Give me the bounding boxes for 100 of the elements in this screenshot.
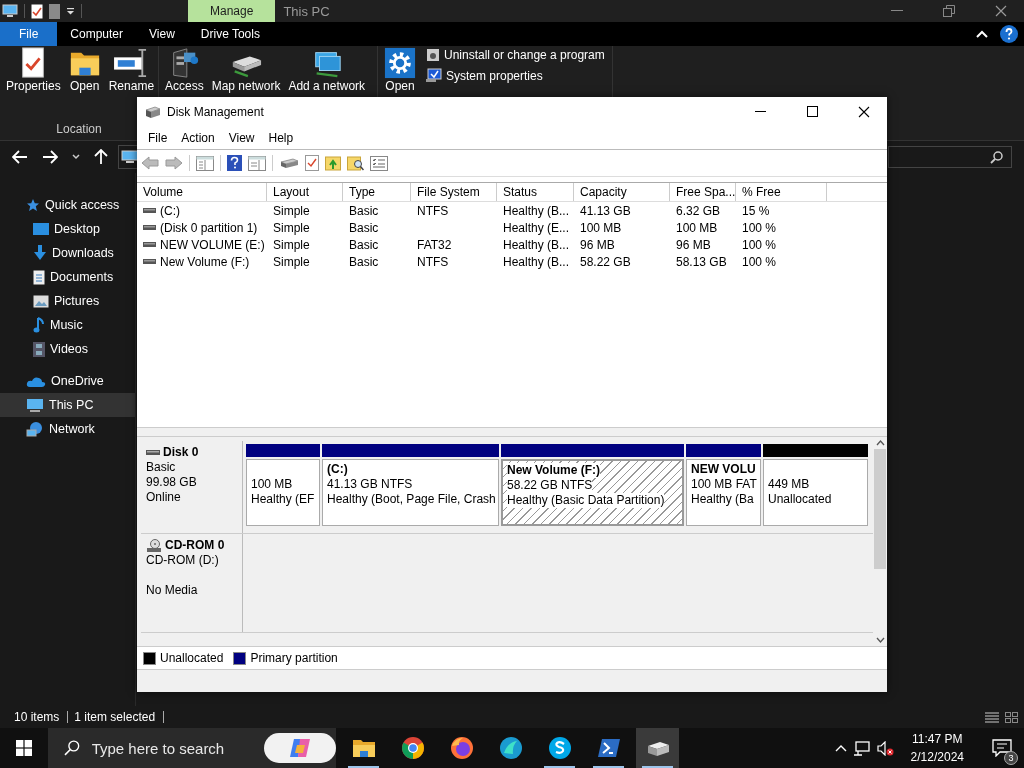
disk-name: CD-ROM 0 bbox=[165, 538, 225, 553]
nav-item[interactable]: Documents bbox=[0, 265, 135, 289]
disk-info-panel[interactable]: CD-ROM 0 CD-ROM (D:) No Media bbox=[141, 534, 243, 632]
partition-detail: Healthy (Boot, Page File, Crash bbox=[327, 492, 494, 507]
disk-detail: 99.98 GB bbox=[146, 475, 198, 490]
column-header[interactable]: Status bbox=[497, 183, 574, 201]
menu-item[interactable]: Help bbox=[261, 130, 301, 145]
ribbon-link[interactable]: System properties bbox=[426, 68, 605, 83]
scrollbar[interactable] bbox=[873, 437, 887, 646]
caret-up-icon[interactable] bbox=[834, 744, 847, 752]
large-icons-view-icon[interactable] bbox=[1005, 711, 1018, 723]
cloud-icon bbox=[26, 375, 46, 387]
ribbon-button[interactable]: Open bbox=[66, 47, 103, 93]
folder-search-icon[interactable] bbox=[347, 155, 364, 171]
table-cell: 96 MB bbox=[676, 237, 711, 252]
collapse-icon[interactable] bbox=[976, 30, 988, 38]
up-icon[interactable] bbox=[94, 149, 108, 165]
drive-icon[interactable] bbox=[279, 156, 299, 170]
details-view-icon[interactable] bbox=[985, 711, 999, 723]
properties-icon[interactable] bbox=[31, 3, 43, 19]
clock-date[interactable]: 2/12/2024 bbox=[910, 748, 964, 766]
dropdown-icon[interactable] bbox=[66, 7, 75, 15]
copilot-button[interactable] bbox=[263, 733, 336, 763]
menu-item[interactable]: View bbox=[221, 130, 262, 145]
window-title: Disk Management bbox=[167, 104, 264, 119]
search-field[interactable] bbox=[888, 146, 1012, 168]
ribbon-button[interactable]: Open bbox=[382, 47, 418, 93]
search-box[interactable]: Type here to search bbox=[48, 728, 336, 768]
close-icon bbox=[995, 5, 1007, 17]
ribbon-tab[interactable]: Computer bbox=[57, 22, 137, 46]
ribbon-tab[interactable]: View bbox=[136, 22, 188, 46]
folder-up-icon[interactable] bbox=[325, 155, 341, 171]
minimize-icon bbox=[891, 10, 903, 12]
nav-item[interactable]: Network bbox=[0, 417, 135, 441]
scrollbar-thumb[interactable] bbox=[874, 449, 886, 569]
nav-item[interactable]: Quick access bbox=[0, 193, 135, 217]
ribbon-link[interactable]: Uninstall or change a program bbox=[426, 47, 605, 62]
search-icon bbox=[990, 150, 1003, 164]
nav-item[interactable]: Downloads bbox=[0, 241, 135, 265]
column-header[interactable]: Type bbox=[343, 183, 411, 201]
list-icon[interactable] bbox=[370, 155, 388, 171]
action-pane-icon[interactable] bbox=[248, 155, 266, 171]
recent-icon[interactable] bbox=[72, 154, 80, 160]
taskbar-app[interactable] bbox=[636, 728, 679, 768]
notification-icon[interactable] bbox=[992, 739, 1012, 757]
chrome-icon bbox=[400, 736, 425, 760]
column-header[interactable]: Free Spa... bbox=[670, 183, 736, 201]
table-cell: Simple bbox=[273, 237, 310, 252]
volume-muted-icon[interactable] bbox=[876, 740, 895, 756]
firefox-icon bbox=[449, 736, 474, 760]
clock-time[interactable]: 11:47 PM bbox=[912, 730, 963, 748]
powershell-icon bbox=[596, 738, 621, 758]
menu-item[interactable]: File bbox=[141, 130, 175, 145]
nav-item[interactable]: Music bbox=[0, 313, 135, 337]
ribbon-tab[interactable]: Drive Tools bbox=[187, 22, 273, 46]
table-cell: Basic bbox=[349, 203, 379, 218]
column-header[interactable]: % Free bbox=[736, 183, 827, 201]
ribbon-button[interactable]: Access bbox=[163, 47, 206, 93]
table-cell: New Volume (F:) bbox=[160, 254, 250, 269]
nav-item[interactable]: Videos bbox=[0, 337, 135, 361]
ribbon-button[interactable]: Rename bbox=[106, 47, 157, 93]
table-cell: NTFS bbox=[417, 254, 449, 269]
table-cell: FAT32 bbox=[417, 237, 452, 252]
cd-drive-icon bbox=[146, 538, 162, 553]
nav-item[interactable]: This PC bbox=[0, 393, 135, 417]
help-icon[interactable] bbox=[1000, 25, 1018, 43]
column-header[interactable]: Volume bbox=[137, 183, 267, 201]
close-icon bbox=[858, 105, 870, 118]
ribbon-button[interactable]: Add a network bbox=[286, 47, 368, 93]
table-cell: Healthy (E... bbox=[503, 220, 570, 235]
table-cell: Basic bbox=[349, 237, 379, 252]
table-cell: 100 % bbox=[742, 254, 777, 269]
network-icon[interactable] bbox=[852, 740, 871, 756]
music-note-icon bbox=[33, 317, 45, 333]
disk-name: Disk 0 bbox=[163, 445, 199, 460]
computer-icon[interactable] bbox=[2, 4, 18, 18]
table-cell: 100 % bbox=[742, 220, 777, 235]
film-icon bbox=[33, 341, 45, 357]
nav-item[interactable]: Pictures bbox=[0, 289, 135, 313]
ribbon-button[interactable]: Properties bbox=[4, 47, 63, 93]
folder-icon bbox=[351, 738, 376, 758]
menu-item[interactable]: Action bbox=[174, 130, 222, 145]
partition-name: (C:) bbox=[327, 462, 349, 477]
nav-item[interactable]: OneDrive bbox=[0, 369, 135, 393]
column-header[interactable]: Layout bbox=[267, 183, 343, 201]
column-header[interactable]: File System bbox=[411, 183, 497, 201]
scroll-down-icon[interactable] bbox=[875, 637, 885, 643]
scroll-up-icon[interactable] bbox=[875, 440, 885, 446]
check-icon[interactable] bbox=[305, 155, 319, 171]
column-header[interactable]: Capacity bbox=[574, 183, 670, 201]
help-icon[interactable] bbox=[227, 155, 242, 171]
disk-info-panel[interactable]: Disk 0 Basic 99.98 GB Online bbox=[141, 441, 243, 533]
contextual-tab[interactable]: Manage bbox=[188, 0, 276, 22]
table-cell: 100 % bbox=[742, 237, 777, 252]
app-icon bbox=[498, 736, 523, 760]
ribbon-button[interactable]: Map network bbox=[209, 47, 283, 93]
search-input[interactable]: Type here to search bbox=[89, 738, 254, 758]
legend-label: Unallocated bbox=[160, 651, 224, 665]
console-tree-icon[interactable] bbox=[196, 155, 214, 171]
nav-item[interactable]: Desktop bbox=[0, 217, 135, 241]
